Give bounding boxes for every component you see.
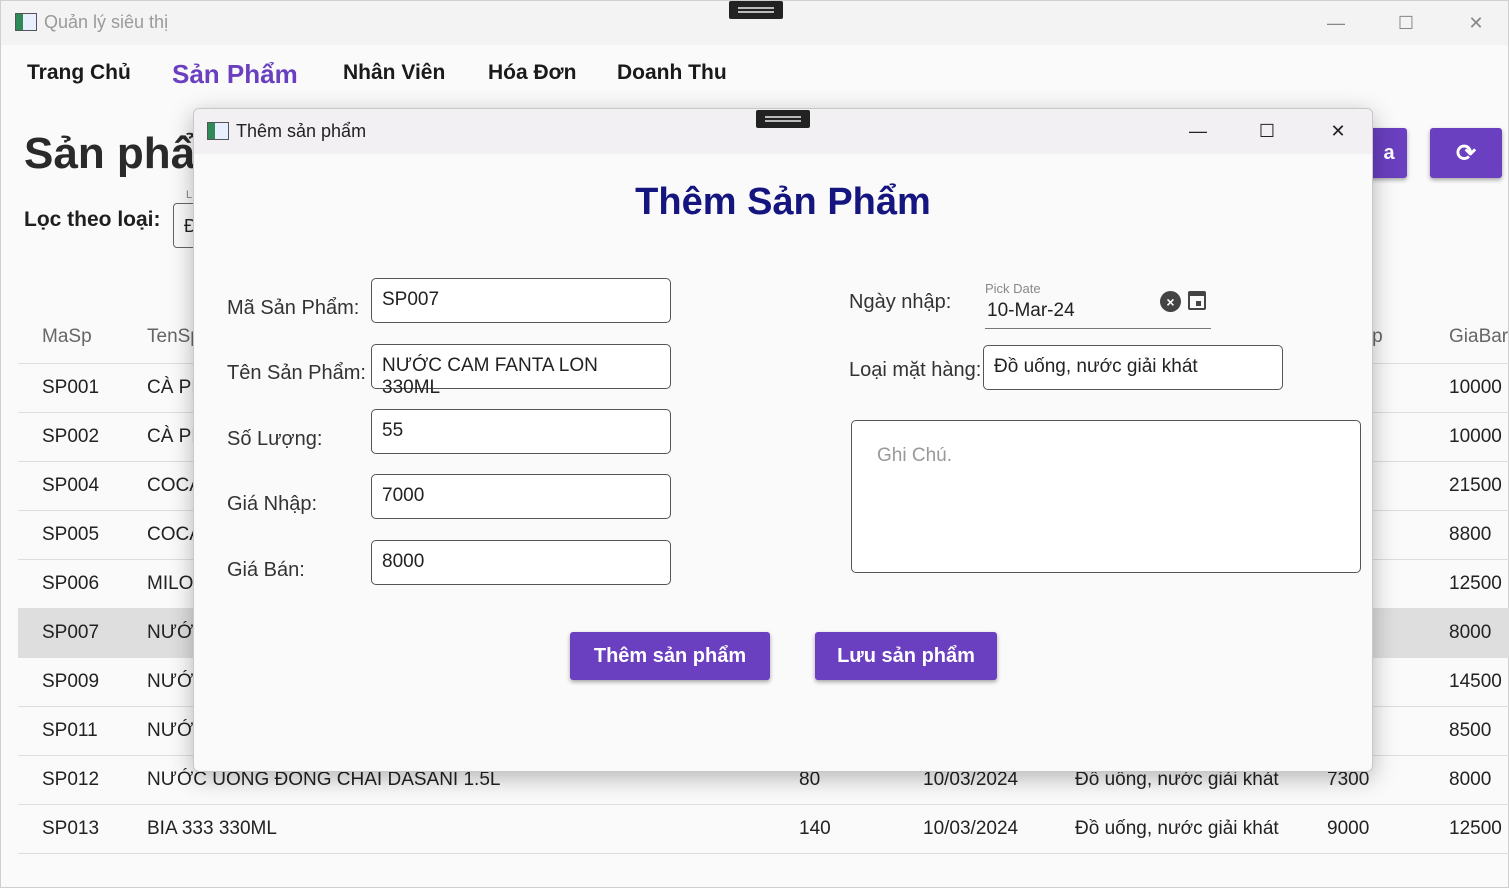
- nav-trang-chu[interactable]: Trang Chủ: [27, 61, 131, 85]
- nav-doanh-thu[interactable]: Doanh Thu: [617, 61, 727, 85]
- dialog-close-button[interactable]: ✕: [1318, 111, 1358, 151]
- dialog-maximize-button[interactable]: ☐: [1247, 111, 1287, 151]
- so-luong-label: Số Lượng:: [227, 428, 323, 450]
- ma-sp-label: Mã Sản Phẩm:: [227, 297, 360, 319]
- calendar-icon[interactable]: [1188, 291, 1206, 310]
- maximize-button[interactable]: ☐: [1386, 3, 1426, 43]
- table-row[interactable]: SP013 BIA 333 330ML 140 10/03/2024 Đồ uống, …: [18, 804, 1509, 854]
- so-luong-input[interactable]: 55: [371, 409, 671, 454]
- gia-ban-label: Giá Bán:: [227, 559, 305, 581]
- close-button[interactable]: ✕: [1456, 3, 1496, 43]
- loai-input[interactable]: Đồ uống, nước giải khát: [983, 345, 1283, 390]
- dialog-drag-handle[interactable]: [756, 110, 810, 128]
- filter-label: Lọc theo loại:: [24, 208, 161, 231]
- nav-hoa-don[interactable]: Hóa Đơn: [488, 61, 576, 85]
- col-giaban[interactable]: GiaBar: [1425, 311, 1509, 364]
- notes-textarea[interactable]: Ghi Chú.: [851, 420, 1361, 573]
- dialog-minimize-button[interactable]: —: [1178, 111, 1218, 151]
- window-title: Quản lý siêu thị: [44, 12, 169, 32]
- refresh-icon: ⟳: [1455, 139, 1477, 167]
- ngay-nhap-label: Ngày nhập:: [849, 291, 952, 313]
- minimize-button[interactable]: —: [1316, 3, 1356, 43]
- ma-sp-input[interactable]: SP007: [371, 278, 671, 323]
- save-product-button[interactable]: Lưu sản phẩm: [815, 632, 997, 680]
- gia-nhap-input[interactable]: 7000: [371, 474, 671, 519]
- ten-sp-input[interactable]: NƯỚC CAM FANTA LON 330ML: [371, 344, 671, 398]
- app-icon: [15, 13, 37, 31]
- nav-nhan-vien[interactable]: Nhân Viên: [343, 61, 445, 85]
- date-value: 10-Mar-24: [987, 300, 1075, 321]
- loai-label: Loại mặt hàng:: [849, 359, 982, 381]
- dialog-titlebar[interactable]: Thêm sản phẩm — ☐ ✕: [194, 109, 1372, 154]
- drag-handle[interactable]: [729, 1, 783, 19]
- dialog-title: Thêm sản phẩm: [236, 121, 367, 141]
- date-hint: Pick Date: [985, 281, 1041, 296]
- gia-nhap-label: Giá Nhập:: [227, 493, 318, 515]
- refresh-button[interactable]: ⟳: [1430, 128, 1502, 178]
- add-product-dialog: Thêm sản phẩm — ☐ ✕ Thêm Sản Phẩm Mã Sản…: [193, 108, 1373, 772]
- main-titlebar[interactable]: Quản lý siêu thị — ☐ ✕: [1, 1, 1508, 45]
- dialog-heading: Thêm Sản Phẩm: [635, 181, 931, 223]
- nav-san-pham[interactable]: Sản Phẩm: [172, 59, 298, 90]
- filter-hint: L: [186, 189, 193, 201]
- partial-action-label: a: [1383, 141, 1395, 164]
- col-masp[interactable]: MaSp: [18, 311, 123, 364]
- clear-icon[interactable]: ×: [1160, 291, 1181, 312]
- gia-ban-input[interactable]: 8000: [371, 540, 671, 585]
- add-product-button[interactable]: Thêm sản phẩm: [570, 632, 770, 680]
- ten-sp-label: Tên Sản Phẩm:: [227, 362, 366, 384]
- dialog-app-icon: [207, 122, 229, 140]
- date-picker[interactable]: Pick Date 10-Mar-24 ×: [985, 279, 1211, 329]
